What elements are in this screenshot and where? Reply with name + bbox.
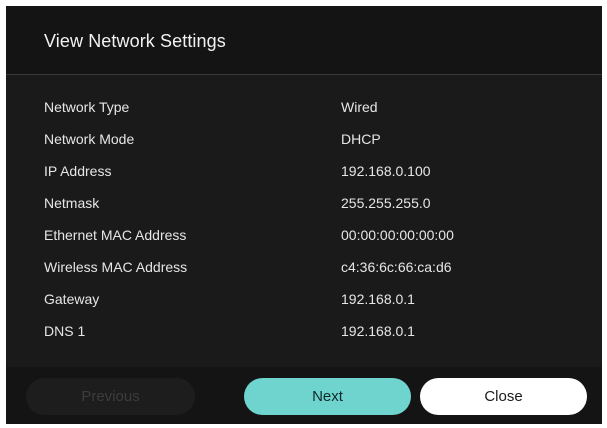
setting-row-ip-address: IP Address 192.168.0.100 — [6, 155, 602, 187]
setting-row-netmask: Netmask 255.255.255.0 — [6, 187, 602, 219]
setting-row-network-mode: Network Mode DHCP — [6, 123, 602, 155]
setting-value: 192.168.0.100 — [341, 163, 431, 179]
setting-value: DHCP — [341, 131, 381, 147]
setting-value: 192.168.0.1 — [341, 291, 415, 307]
setting-row-dns1: DNS 1 192.168.0.1 — [6, 315, 602, 347]
button-bar: Previous Next Close — [6, 367, 602, 424]
setting-row-gateway: Gateway 192.168.0.1 — [6, 283, 602, 315]
setting-label: Ethernet MAC Address — [44, 227, 187, 243]
setting-label: DNS 1 — [44, 323, 86, 339]
setting-value: Wired — [341, 99, 378, 115]
setting-value: 192.168.0.1 — [341, 323, 415, 339]
dialog-title: View Network Settings — [44, 31, 226, 51]
setting-row-network-type: Network Type Wired — [6, 91, 602, 123]
setting-row-wireless-mac: Wireless MAC Address c4:36:6c:66:ca:d6 — [6, 251, 602, 283]
dialog-header: View Network Settings — [6, 6, 602, 74]
setting-label: IP Address — [44, 163, 112, 179]
network-settings-dialog: View Network Settings Network Type Wired… — [6, 6, 602, 424]
setting-label: Wireless MAC Address — [44, 259, 188, 275]
setting-label: Network Type — [44, 99, 130, 115]
setting-label: Netmask — [44, 195, 100, 211]
setting-value: 255.255.255.0 — [341, 195, 431, 211]
setting-row-ethernet-mac: Ethernet MAC Address 00:00:00:00:00:00 — [6, 219, 602, 251]
setting-value: 00:00:00:00:00:00 — [341, 227, 454, 243]
previous-button[interactable]: Previous — [26, 378, 195, 415]
setting-label: Gateway — [44, 291, 100, 307]
setting-label: Network Mode — [44, 131, 135, 147]
setting-value: c4:36:6c:66:ca:d6 — [341, 259, 452, 275]
next-button[interactable]: Next — [244, 378, 411, 415]
settings-list: Network Type Wired Network Mode DHCP IP … — [6, 75, 602, 367]
close-button[interactable]: Close — [420, 378, 587, 415]
